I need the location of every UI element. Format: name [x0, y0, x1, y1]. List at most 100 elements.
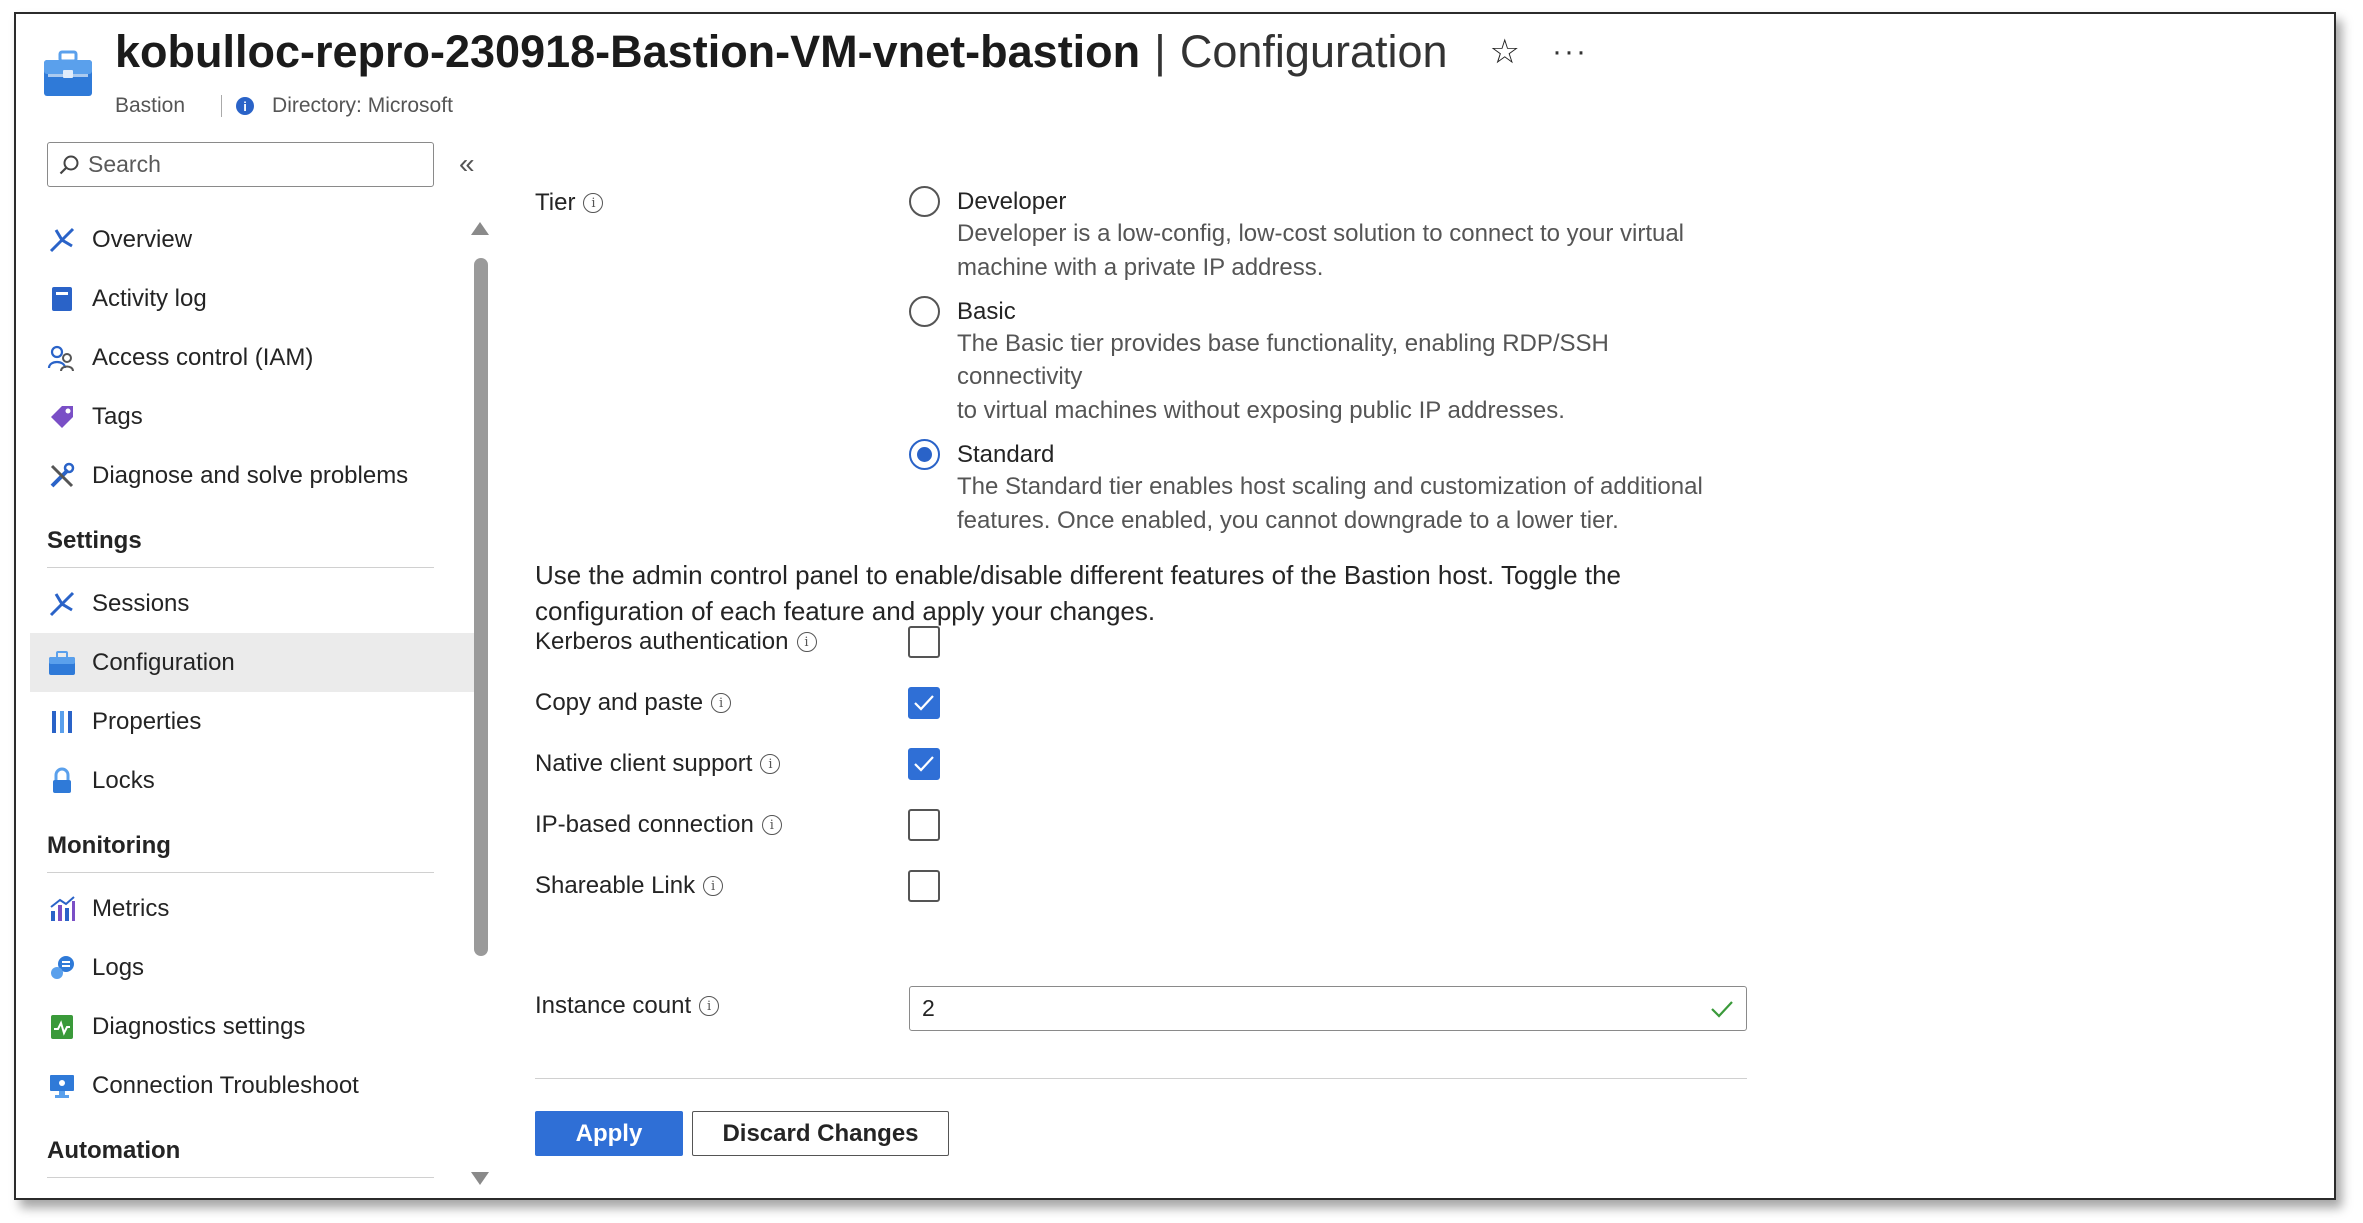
feature-native-client: Native client support i [535, 748, 1535, 780]
info-icon[interactable]: i [760, 754, 781, 774]
monitoring-section-heading: Monitoring [47, 832, 171, 859]
tier-option-desc: features. Once enabled, you cannot downg… [957, 507, 1619, 534]
automation-section-heading: Automation [47, 1137, 181, 1164]
more-options-icon[interactable]: ··· [1552, 35, 1588, 69]
feature-shareable-link: Shareable Link i [535, 870, 1535, 902]
directory-label: Directory: Microsoft [272, 94, 453, 117]
iam-icon [47, 343, 77, 373]
settings-section-heading: Settings [47, 527, 142, 554]
sidebar-item-label: Configuration [92, 648, 235, 676]
configuration-icon [47, 648, 77, 678]
copy-paste-checkbox[interactable] [908, 687, 940, 719]
resource-subline: Bastion i Directory: Microsoft [115, 94, 453, 118]
monitor-icon [47, 1071, 77, 1101]
tag-icon [47, 402, 77, 432]
tier-option-name: Standard [957, 441, 1055, 468]
sidebar-item-access-control[interactable]: Access control (IAM) [30, 328, 482, 387]
blade-header: kobulloc-repro-230918-Bastion-VM-vnet-ba… [16, 14, 2334, 144]
tier-option-name: Basic [957, 298, 1016, 325]
sidebar-item-overview[interactable]: Overview [30, 210, 482, 269]
feature-label: IP-based connection [535, 811, 754, 838]
checkmark-icon [914, 756, 934, 772]
shareable-link-checkbox[interactable] [908, 870, 940, 902]
tier-option-standard[interactable]: Standard The Standard tier enables host … [909, 439, 1739, 537]
section-divider [47, 567, 434, 568]
sidebar-item-label: Activity log [92, 284, 207, 312]
instance-count-label: Instance count i [535, 992, 720, 1020]
page-subtitle: Configuration [1179, 26, 1448, 77]
feature-copy-paste: Copy and paste i [535, 687, 1535, 719]
sidebar-item-configuration[interactable]: Configuration [30, 633, 482, 692]
instance-count-input[interactable] [922, 995, 1710, 1022]
portal-window: kobulloc-repro-230918-Bastion-VM-vnet-ba… [14, 12, 2336, 1200]
instance-count-label-text: Instance count [535, 992, 692, 1019]
sidebar-search[interactable] [47, 142, 434, 187]
tier-label: Tier i [535, 189, 604, 217]
section-divider [47, 1177, 434, 1178]
form-divider [535, 1078, 1747, 1079]
tier-option-developer[interactable]: Developer Developer is a low-config, low… [909, 186, 1739, 284]
intro-line: Use the admin control panel to enable/di… [535, 560, 1621, 590]
valid-check-icon [1711, 1000, 1733, 1018]
logs-icon [47, 953, 77, 983]
info-icon[interactable]: i [761, 815, 782, 835]
resource-type: Bastion [115, 94, 186, 117]
sidebar-scrollbar[interactable] [471, 210, 491, 1190]
tier-radio-group: Developer Developer is a low-config, low… [909, 186, 1739, 549]
feature-intro-text: Use the admin control panel to enable/di… [535, 557, 1685, 629]
tier-option-basic[interactable]: Basic The Basic tier provides base funct… [909, 296, 1739, 427]
sidebar-item-diagnose[interactable]: Diagnose and solve problems [30, 446, 482, 505]
sidebar-item-activity-log[interactable]: Activity log [30, 269, 482, 328]
search-input[interactable] [88, 151, 408, 178]
lock-icon [47, 766, 77, 796]
sidebar-item-diagnostics-settings[interactable]: Diagnostics settings [30, 997, 482, 1056]
info-icon[interactable]: i [711, 693, 732, 713]
feature-ip-based: IP-based connection i [535, 809, 1535, 841]
wrench-icon [47, 461, 77, 491]
radio-standard[interactable] [909, 439, 940, 470]
info-icon[interactable]: i [699, 996, 720, 1016]
native-client-checkbox[interactable] [908, 748, 940, 780]
sidebar-item-label: Overview [92, 225, 193, 253]
sidebar-item-label: Properties [92, 707, 202, 735]
scroll-up-arrow-icon[interactable] [471, 222, 489, 235]
radio-basic[interactable] [909, 296, 940, 327]
tier-option-name: Developer [957, 188, 1067, 215]
tier-label-text: Tier [535, 189, 576, 216]
sidebar-nav: Overview Activity log Access control (IA… [30, 210, 482, 1184]
scroll-thumb[interactable] [474, 258, 488, 956]
sidebar-item-label: Access control (IAM) [92, 343, 314, 371]
info-icon[interactable]: i [796, 632, 817, 652]
instance-count-field[interactable] [909, 986, 1747, 1031]
sidebar-item-label: Sessions [92, 589, 190, 617]
feature-label: Copy and paste [535, 689, 704, 716]
page-title: kobulloc-repro-230918-Bastion-VM-vnet-ba… [115, 26, 1141, 77]
tier-option-desc: The Basic tier provides base functionali… [957, 330, 1609, 390]
sidebar-item-logs[interactable]: Logs [30, 938, 482, 997]
sidebar-item-locks[interactable]: Locks [30, 751, 482, 810]
info-icon[interactable]: i [703, 876, 724, 896]
scroll-down-arrow-icon[interactable] [471, 1172, 489, 1185]
tier-option-desc: to virtual machines without exposing pub… [957, 397, 1565, 424]
sidebar-item-sessions[interactable]: Sessions [30, 574, 482, 633]
radio-developer[interactable] [909, 186, 940, 217]
favorite-star-icon[interactable]: ☆ [1490, 32, 1520, 72]
sidebar-item-label: Connection Troubleshoot [92, 1071, 359, 1099]
sessions-icon [47, 589, 77, 619]
feature-label: Kerberos authentication [535, 628, 789, 655]
discard-changes-button[interactable]: Discard Changes [692, 1111, 949, 1156]
sidebar-item-metrics[interactable]: Metrics [30, 879, 482, 938]
apply-button[interactable]: Apply [535, 1111, 683, 1156]
collapse-sidebar-icon[interactable]: « [459, 148, 475, 180]
tier-option-desc: machine with a private IP address. [957, 254, 1324, 281]
sidebar-item-connection-troubleshoot[interactable]: Connection Troubleshoot [30, 1056, 482, 1115]
feature-label: Shareable Link [535, 872, 696, 899]
bastion-resource-icon [44, 50, 92, 96]
sidebar-item-properties[interactable]: Properties [30, 692, 482, 751]
sidebar-item-tags[interactable]: Tags [30, 387, 482, 446]
info-icon: i [236, 97, 255, 115]
info-icon[interactable]: i [583, 193, 604, 213]
ip-based-checkbox[interactable] [908, 809, 940, 841]
properties-icon [47, 707, 77, 737]
kerberos-checkbox[interactable] [908, 626, 940, 658]
